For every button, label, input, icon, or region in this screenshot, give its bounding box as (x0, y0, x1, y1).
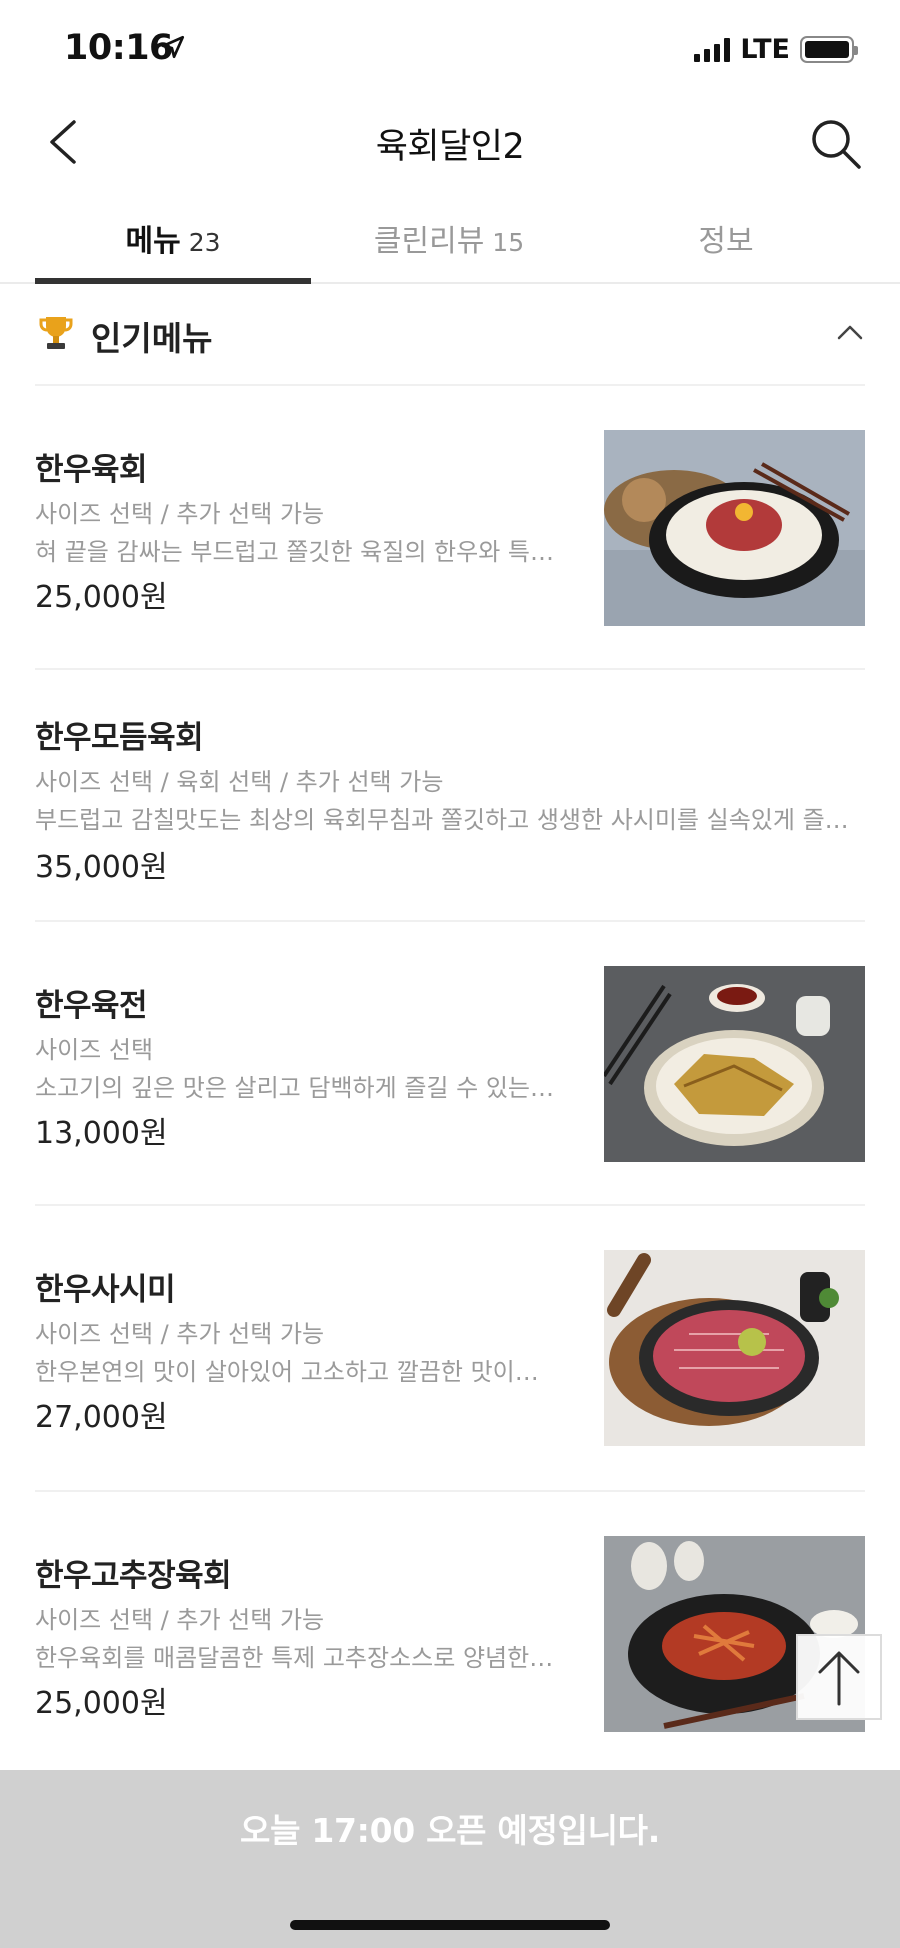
menu-item-image (604, 1250, 865, 1446)
scroll-top-button[interactable] (796, 1634, 882, 1720)
menu-item-price: 35,000원 (35, 850, 168, 885)
menu-item-price: 13,000원 (35, 1116, 168, 1151)
menu-item-name: 한우사시미 (35, 1272, 176, 1308)
menu-item-name: 한우모듬육회 (35, 720, 204, 756)
menu-item-price: 25,000원 (35, 580, 168, 615)
menu-item-price: 27,000원 (35, 1400, 168, 1435)
store-status-bar: 오늘 17:00 오픈 예정입니다. (0, 1770, 900, 1948)
menu-item[interactable]: 한우육전 사이즈 선택 소고기의 깊은 맛은 살리고 담백하게 즐길 수 있는…… (35, 922, 865, 1206)
tab-label: 클린리뷰 (373, 224, 485, 259)
tab-clean-reviews[interactable]: 클린리뷰 15 (311, 216, 587, 260)
tab-label: 정보 (698, 224, 754, 259)
tab-menu[interactable]: 메뉴 23 (35, 216, 311, 260)
popular-menu-header[interactable]: 인기메뉴 (35, 290, 865, 386)
menu-item-image (604, 430, 865, 626)
tab-bar: 메뉴 23 클린리뷰 15 정보 (0, 198, 900, 284)
home-indicator[interactable] (290, 1920, 610, 1930)
menu-item-name: 한우육전 (35, 988, 148, 1024)
menu-item-options: 사이즈 선택 (35, 1036, 154, 1064)
status-bar: 10:16 LTE (0, 0, 900, 96)
tab-label: 메뉴 (125, 224, 181, 259)
arrow-up-icon (818, 1651, 860, 1706)
section-title: 인기메뉴 (91, 319, 213, 358)
menu-item-price: 25,000원 (35, 1686, 168, 1721)
app-header: 육회달인2 (0, 96, 900, 188)
tab-count: 15 (492, 228, 525, 257)
network-label: LTE (740, 34, 790, 65)
location-arrow-icon (161, 35, 185, 59)
tab-indicator (35, 278, 311, 284)
tab-count: 23 (188, 228, 221, 257)
trophy-icon (39, 317, 73, 349)
menu-item-description: 한우육회를 매콤달콤한 특제 고추장소스로 양념한… (35, 1644, 554, 1672)
menu-item-description: 한우본연의 맛이 살아있어 고소하고 깔끔한 맛이… (35, 1358, 539, 1386)
menu-item-name: 한우고추장육회 (35, 1558, 232, 1594)
signal-icon (694, 37, 731, 62)
menu-item-image (604, 966, 865, 1162)
menu-item-description: 혀 끝을 감싸는 부드럽고 쫄깃한 육질의 한우와 특… (35, 538, 555, 566)
battery-icon (800, 36, 858, 63)
search-icon[interactable] (808, 116, 864, 172)
status-time: 10:16 (64, 28, 173, 68)
status-indicators: LTE (694, 34, 858, 65)
menu-item-options: 사이즈 선택 / 육회 선택 / 추가 선택 가능 (35, 768, 444, 796)
menu-item[interactable]: 한우사시미 사이즈 선택 / 추가 선택 가능 한우본연의 맛이 살아있어 고소… (35, 1206, 865, 1492)
opening-time-message: 오늘 17:00 오픈 예정입니다. (240, 1811, 660, 1850)
menu-item-description: 부드럽고 감칠맛도는 최상의 육회무침과 쫄깃하고 생생한 사시미를 실속있게 … (35, 806, 849, 834)
page-title: 육회달인2 (375, 127, 525, 167)
menu-item[interactable]: 한우모듬육회 사이즈 선택 / 육회 선택 / 추가 선택 가능 부드럽고 감칠… (35, 670, 865, 922)
chevron-up-icon[interactable] (835, 320, 865, 344)
menu-item-name: 한우육회 (35, 452, 148, 488)
tab-info[interactable]: 정보 (588, 216, 864, 260)
menu-item[interactable]: 한우고추장육회 사이즈 선택 / 추가 선택 가능 한우육회를 매콤달콤한 특제… (35, 1492, 865, 1770)
menu-item-description: 소고기의 깊은 맛은 살리고 담백하게 즐길 수 있는… (35, 1074, 555, 1102)
menu-item-options: 사이즈 선택 / 추가 선택 가능 (35, 1320, 325, 1348)
menu-item[interactable]: 한우육회 사이즈 선택 / 추가 선택 가능 혀 끝을 감싸는 부드럽고 쫄깃한… (35, 386, 865, 670)
menu-item-options: 사이즈 선택 / 추가 선택 가능 (35, 500, 325, 528)
menu-item-options: 사이즈 선택 / 추가 선택 가능 (35, 1606, 325, 1634)
